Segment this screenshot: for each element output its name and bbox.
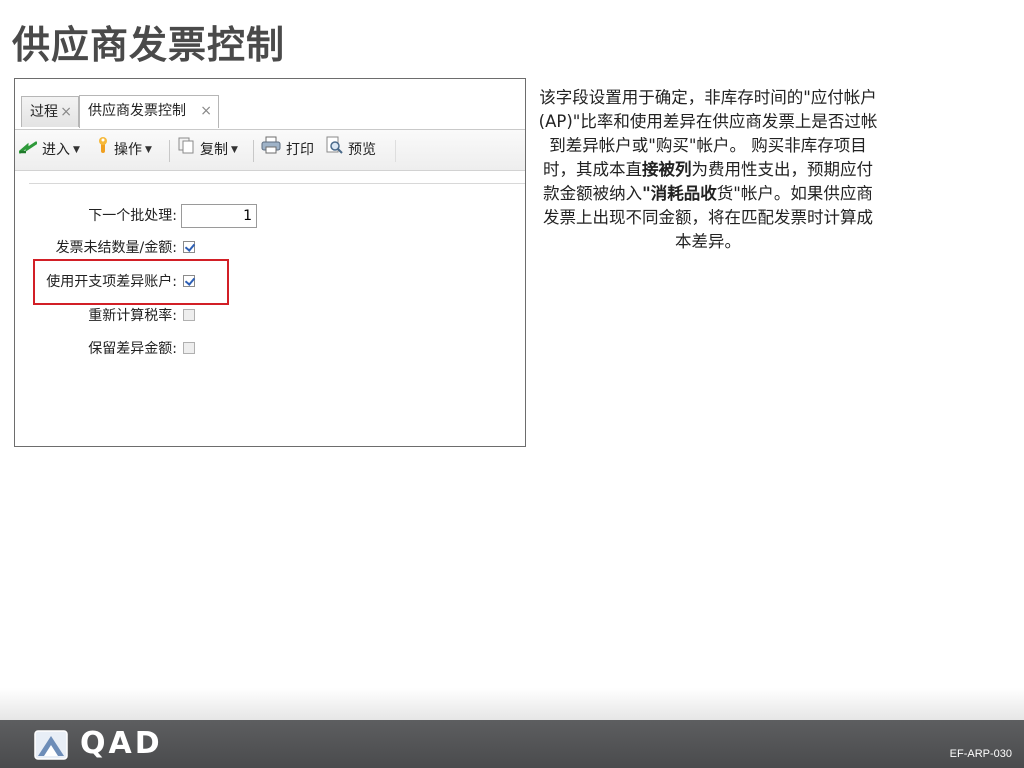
print-label: 打印 <box>286 142 314 158</box>
copy-label: 复制 <box>200 142 228 158</box>
slide-title: 供应商发票控制 <box>12 23 286 67</box>
chevron-down-icon: ▼ <box>73 145 80 155</box>
tab-process-label: 过程 <box>30 104 58 120</box>
qad-logo-icon <box>34 730 68 760</box>
open-invoice-checkbox[interactable] <box>183 241 195 253</box>
copy-button[interactable]: 复制 ▼ <box>177 130 238 170</box>
recalc-tax-row: 重新计算税率: <box>15 305 177 327</box>
print-button[interactable]: 打印 <box>261 130 314 170</box>
copy-icon <box>177 130 195 170</box>
slide-code: EF-ARP-030 <box>949 748 1012 760</box>
retain-variance-label: 保留差异金额: <box>88 341 177 357</box>
retain-variance-row: 保留差异金额: <box>15 338 177 360</box>
enter-label: 进入 <box>42 142 70 158</box>
open-invoice-label: 发票未结数量/金额: <box>55 240 177 256</box>
chevron-down-icon: ▼ <box>145 145 152 155</box>
qad-logo-text: QAD <box>80 726 163 761</box>
toolbar-divider <box>169 140 170 162</box>
retain-variance-checkbox[interactable] <box>183 342 195 354</box>
preview-label: 预览 <box>348 142 376 158</box>
enter-arrow-icon <box>18 130 38 170</box>
description-text: 该字段设置用于确定，非库存时间的"应付帐户 (AP)"比率和使用差异在供应商发票… <box>538 86 878 254</box>
preview-icon <box>325 130 343 170</box>
wrench-icon <box>97 130 109 170</box>
chevron-down-icon: ▼ <box>231 145 238 155</box>
actions-label: 操作 <box>114 142 142 158</box>
highlight-box <box>33 259 229 305</box>
recalc-tax-checkbox[interactable] <box>183 309 195 321</box>
tab-supplier-invoice-control-close-icon[interactable]: × <box>200 96 212 126</box>
tab-process-close-icon[interactable]: × <box>60 97 72 127</box>
toolbar-divider <box>253 140 254 162</box>
tab-bar: 过程 × 供应商发票控制 × <box>15 79 525 130</box>
next-batch-row: 下一个批处理: <box>15 205 177 227</box>
actions-button[interactable]: 操作 ▼ <box>97 130 152 170</box>
toolbar-divider <box>395 140 396 162</box>
next-batch-input[interactable] <box>181 204 257 228</box>
tab-supplier-invoice-control[interactable]: 供应商发票控制 × <box>79 95 219 128</box>
app-window-screenshot: 过程 × 供应商发票控制 × 进入 ▼ 操作 ▼ 复制 ▼ 打印 预览 下一个批… <box>14 78 526 447</box>
footer-bar: QAD EF-ARP-030 <box>0 720 1024 768</box>
description-bold-2: "消耗品收 <box>642 184 717 203</box>
description-bold-1: 接被列 <box>642 160 692 179</box>
tab-process[interactable]: 过程 × <box>21 96 79 127</box>
form-divider <box>29 183 525 184</box>
preview-button[interactable]: 预览 <box>325 130 376 170</box>
footer-fade <box>0 688 1024 720</box>
tab-supplier-invoice-control-label: 供应商发票控制 <box>88 103 186 119</box>
toolbar: 进入 ▼ 操作 ▼ 复制 ▼ 打印 预览 <box>15 130 525 171</box>
recalc-tax-label: 重新计算税率: <box>88 308 177 324</box>
enter-button[interactable]: 进入 ▼ <box>18 130 80 170</box>
next-batch-label: 下一个批处理: <box>88 208 177 224</box>
open-invoice-row: 发票未结数量/金额: <box>15 237 177 259</box>
printer-icon <box>261 130 281 170</box>
